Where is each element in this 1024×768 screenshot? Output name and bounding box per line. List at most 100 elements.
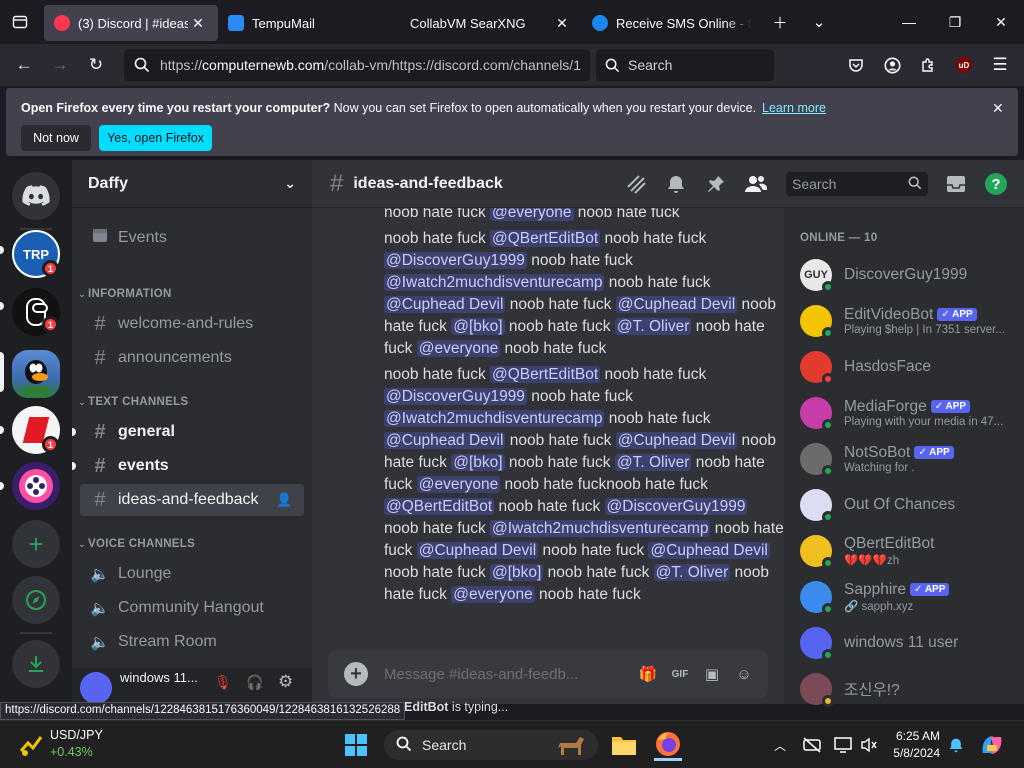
events-link[interactable]: Events (80, 222, 304, 254)
volume-muted-icon[interactable] (858, 729, 880, 761)
stock-chart-icon[interactable] (18, 729, 43, 759)
category-voice-channels[interactable]: ⌄ VOICE CHANNELS (76, 534, 195, 554)
add-server-icon[interactable]: + (12, 520, 60, 568)
close-tab-icon[interactable]: ✕ (552, 15, 572, 32)
member-row[interactable]: GUY DiscoverGuy1999 (792, 254, 1016, 296)
windows-start-icon[interactable] (342, 729, 370, 761)
member-row[interactable]: QBertEditBot 💔💔💔zh (792, 530, 1016, 572)
ticker-name[interactable]: USD/JPY (50, 728, 103, 742)
clock-time[interactable]: 6:25 AM (888, 729, 940, 743)
pocket-icon[interactable] (838, 49, 874, 81)
close-tab-icon[interactable]: ✕ (188, 15, 208, 32)
pin-icon[interactable] (704, 172, 728, 196)
user-mention[interactable]: @QBertEditBot (384, 498, 495, 515)
new-tab-icon[interactable]: ＋ (762, 0, 798, 44)
member-row[interactable]: HasdosFace (792, 346, 1016, 388)
back-arrow-icon[interactable]: ← (6, 49, 42, 81)
server-film-reel-icon[interactable] (12, 462, 60, 510)
user-mention[interactable]: @QBertEditBot (490, 230, 601, 247)
copilot-icon[interactable] (978, 729, 1006, 761)
yes-open-firefox-button[interactable]: Yes, open Firefox (99, 125, 212, 151)
threads-icon[interactable] (624, 172, 648, 196)
address-bar[interactable]: https://computernewb.com/collab-vm/https… (124, 49, 590, 81)
learn-more-link[interactable]: Learn more (762, 101, 826, 115)
user-mention[interactable]: @[bko] (451, 454, 505, 471)
hamburger-menu-icon[interactable]: ☰ (982, 49, 1018, 81)
ublock-icon[interactable]: uD (946, 49, 982, 81)
member-list-icon[interactable] (744, 172, 768, 196)
explore-compass-icon[interactable] (12, 576, 60, 624)
user-mention[interactable]: @T. Oliver (653, 564, 731, 581)
user-mention[interactable]: @Iwatch2muchdisventurecamp (384, 410, 605, 427)
bell-icon[interactable] (664, 172, 688, 196)
tab-tempumail[interactable]: TempuMail (218, 5, 400, 41)
mute-microphone-icon[interactable]: 🎙 (214, 674, 232, 691)
user-mention[interactable]: @QBertEditBot (490, 366, 601, 383)
server-header[interactable]: Daffy ⌄ (72, 160, 312, 208)
member-row[interactable]: Out Of Chances (792, 484, 1016, 526)
voice-channel-lounge[interactable]: 🔈 Lounge (80, 558, 304, 590)
notification-bell-icon[interactable] (946, 729, 966, 761)
file-explorer-icon[interactable] (610, 729, 638, 761)
tab-receive-sms[interactable]: Receive SMS Online - S (582, 5, 762, 41)
user-mention[interactable]: @Cuphead Devil (615, 296, 738, 313)
server-daffy-icon[interactable] (12, 350, 60, 398)
add-attachment-icon[interactable]: + (344, 662, 368, 686)
emoji-icon[interactable]: ☺ (728, 666, 760, 683)
restore-icon[interactable]: ❐ (932, 0, 978, 44)
gear-icon[interactable]: ⚙ (278, 672, 293, 692)
voice-channel-stream-room[interactable]: 🔈 Stream Room (80, 626, 304, 658)
member-row[interactable]: windows 11 user (792, 622, 1016, 664)
voice-channel-community-hangout[interactable]: 🔈 Community Hangout (80, 592, 304, 624)
user-mention[interactable]: @Cuphead Devil (384, 296, 506, 313)
gift-icon[interactable]: 🎁 (632, 665, 664, 683)
member-row[interactable]: MediaForge ✓ APP Playing with your media i… (792, 392, 1016, 434)
account-icon[interactable] (874, 49, 910, 81)
member-row[interactable]: 조신우!? (792, 668, 1016, 710)
user-mention[interactable]: @T. Oliver (614, 318, 692, 335)
download-apps-icon[interactable] (12, 640, 60, 688)
message-composer[interactable]: + Message #ideas-and-feedb... 🎁 GIF ▣ ☺ (328, 650, 768, 698)
gif-icon[interactable]: GIF (664, 669, 696, 680)
forward-arrow-icon[interactable]: → (42, 49, 78, 81)
minimize-icon[interactable]: — (886, 0, 932, 44)
add-member-icon[interactable]: 👤 (276, 492, 304, 508)
tab-searxng[interactable]: CollabVM SearXNG ✕ (400, 5, 582, 41)
user-mention[interactable]: @Iwatch2muchdisventurecamp (384, 274, 605, 291)
user-mention[interactable]: @everyone (451, 586, 535, 603)
chevron-up-icon[interactable]: ︿ (772, 729, 788, 761)
user-mention[interactable]: @Cuphead Devil (615, 432, 738, 449)
channel-events[interactable]: # events (80, 450, 304, 482)
tab-discord[interactable]: (3) Discord | #ideas-and- ✕ (44, 5, 218, 41)
reload-icon[interactable]: ↻ (78, 49, 114, 81)
user-mention[interactable]: @DiscoverGuy1999 (384, 388, 527, 405)
user-mention[interactable]: @Cuphead Devil (648, 542, 770, 559)
chat-search-input[interactable]: Search (786, 172, 928, 196)
avatar[interactable] (80, 672, 112, 704)
channel-general[interactable]: # general (80, 416, 304, 448)
chevron-down-icon[interactable]: ⌄ (798, 0, 840, 44)
channel-announcements[interactable]: # announcements (80, 342, 304, 374)
network-offline-icon[interactable] (800, 729, 824, 761)
user-mention[interactable]: @[bko] (451, 318, 505, 335)
user-mention[interactable]: @everyone (416, 340, 501, 357)
channel-ideas-and-feedback[interactable]: # ideas-and-feedback 👤 (80, 484, 304, 516)
display-icon[interactable] (832, 729, 854, 761)
help-icon[interactable]: ? (984, 172, 1008, 196)
close-window-icon[interactable]: ✕ (978, 0, 1024, 44)
extensions-icon[interactable] (910, 49, 946, 81)
category-text-channels[interactable]: ⌄ TEXT CHANNELS (76, 392, 188, 412)
headphones-icon[interactable]: 🎧 (246, 674, 263, 691)
clock-date[interactable]: 5/8/2024 (888, 746, 940, 760)
member-row[interactable]: EditVideoBot ✓ APP Playing $help | In 7351… (792, 300, 1016, 342)
list-all-tabs-icon[interactable] (0, 0, 40, 44)
taskbar-search[interactable]: Search (384, 730, 598, 760)
user-mention[interactable]: @T. Oliver (614, 454, 692, 471)
close-icon[interactable]: ✕ (992, 100, 1004, 117)
category-information[interactable]: ⌄ INFORMATION (76, 284, 172, 304)
user-mention[interactable]: @DiscoverGuy1999 (604, 498, 748, 515)
member-row[interactable]: NotSoBot ✓ APP Watching for . (792, 438, 1016, 480)
user-mention[interactable]: @Iwatch2muchdisventurecamp (490, 520, 711, 537)
discord-home-icon[interactable] (12, 172, 60, 220)
user-mention[interactable]: @DiscoverGuy1999 (384, 252, 527, 269)
